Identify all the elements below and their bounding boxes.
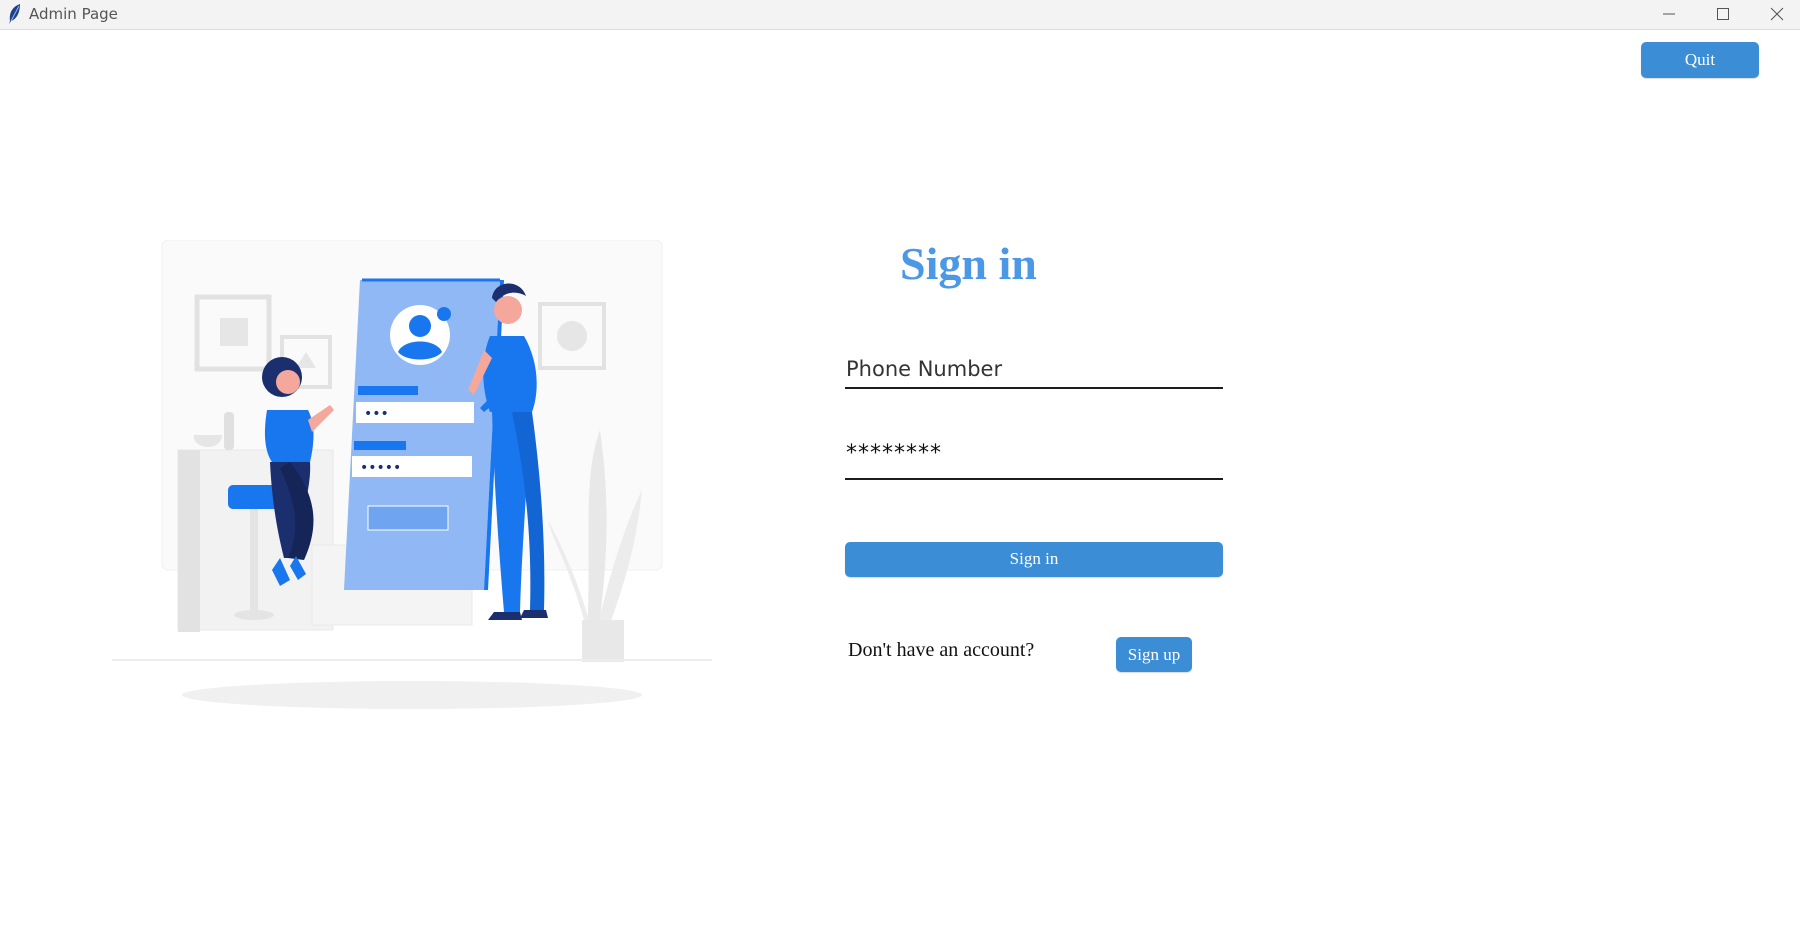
feather-icon (9, 4, 20, 24)
account-prompt: Don't have an account? (848, 639, 1035, 661)
phone-number-placeholder: Phone Number (846, 357, 1003, 381)
field-label-bar (358, 386, 418, 395)
man-shoe (488, 612, 522, 620)
plant-pot (582, 620, 624, 662)
man-face (494, 296, 522, 324)
maximize-icon (1717, 8, 1729, 20)
sign-in-button[interactable]: Sign in (845, 542, 1223, 577)
close-button[interactable] (1750, 0, 1800, 29)
maximize-button[interactable] (1696, 0, 1750, 29)
screen-button (367, 505, 449, 531)
phone-number-field[interactable]: Phone Number (845, 349, 1223, 389)
quit-button[interactable]: Quit (1641, 42, 1759, 78)
field-label-bar (354, 441, 406, 450)
login-illustration: ••• ••••• (112, 240, 712, 709)
man-shoe (520, 610, 548, 618)
title-bar: Admin Page (0, 0, 1800, 30)
circle-art (557, 321, 587, 351)
password-field[interactable]: ******** (845, 440, 1223, 480)
floor-shadow (182, 681, 642, 709)
close-icon (1770, 7, 1784, 21)
sign-in-title: Sign in (900, 238, 1037, 289)
minimize-button[interactable] (1642, 0, 1696, 29)
avatar-head (409, 315, 431, 337)
woman-shirt (264, 410, 314, 462)
avatar-badge (437, 307, 451, 321)
minimize-icon (1663, 13, 1675, 15)
stool-pole (250, 505, 258, 615)
bottle (224, 412, 234, 450)
screen-masked-text: ••••• (360, 460, 401, 476)
woman-face (276, 370, 300, 394)
password-value: ******** (846, 441, 942, 466)
screen-masked-text: ••• (364, 406, 389, 422)
picture-frame-art (220, 318, 248, 346)
window-title: Admin Page (29, 5, 118, 23)
sign-up-button[interactable]: Sign up (1116, 637, 1192, 672)
cabinet-side (178, 450, 200, 632)
stool-base (234, 610, 274, 620)
